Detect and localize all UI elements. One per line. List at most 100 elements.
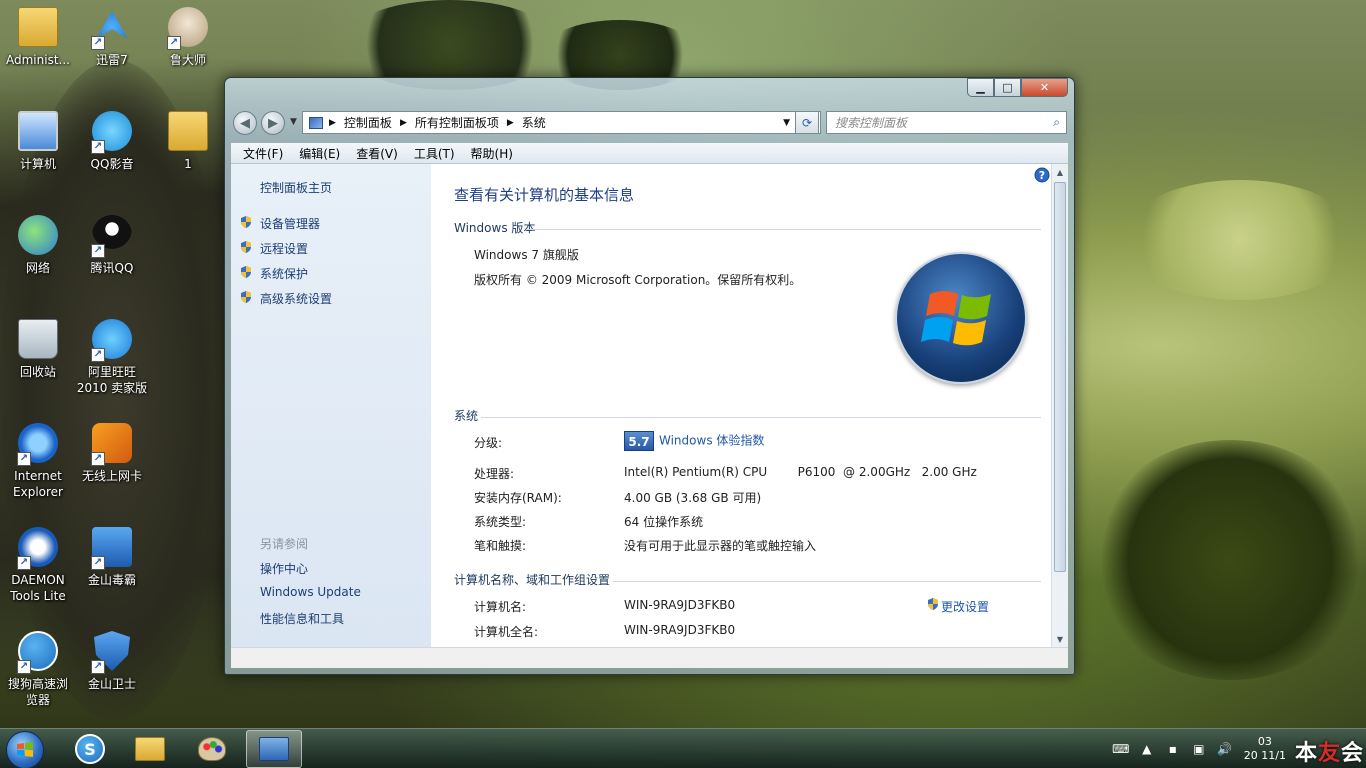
clock-date-partial: 11/1 — [1261, 749, 1286, 762]
back-arrow-icon: ◀ — [240, 115, 250, 131]
address-dropdown-icon[interactable]: ▼ — [783, 118, 790, 128]
rating-score-badge: 5.7 — [624, 431, 654, 451]
clock-date-year: 20 — [1243, 749, 1258, 762]
navigation-bar: ◀ ▶ ▼ ▶ 控制面板 ▶ 所有控制面板项 ▶ 系统 ▼ ⟳ 搜索控制面板 ⌕ — [233, 109, 1067, 137]
volume-icon[interactable]: 🔊 — [1216, 741, 1234, 757]
control-panel-home-link[interactable]: 控制面板主页 — [260, 179, 332, 196]
advanced-system-settings-link[interactable]: 高级系统设置 — [260, 290, 332, 307]
breadcrumb-control-panel[interactable]: 控制面板 — [344, 114, 392, 131]
forward-arrow-icon: ▶ — [268, 115, 278, 131]
keyboard-icon[interactable]: ⌨ — [1112, 741, 1130, 757]
scroll-down-icon[interactable]: ▼ — [1052, 631, 1068, 647]
desktop-icon[interactable]: ↗ 搜狗高速浏 览器 — [0, 628, 76, 708]
computer-name-heading: 计算机名称、域和工作组设置 — [454, 573, 611, 587]
maximize-button[interactable]: □ — [994, 78, 1021, 97]
system-window-icon — [259, 737, 289, 761]
xunlei-icon: ↗ — [89, 4, 135, 50]
experience-index[interactable]: 5.7 Windows 体验指数 — [624, 431, 764, 451]
taskbar-control-panel[interactable] — [184, 730, 240, 768]
desktop-icon[interactable]: ↗ 鲁大师 — [150, 4, 226, 68]
desktop-icon[interactable]: 1 — [150, 108, 226, 172]
back-button[interactable]: ◀ — [233, 111, 257, 135]
menu-help[interactable]: 帮助(H) — [463, 145, 521, 162]
forward-button[interactable]: ▶ — [261, 111, 285, 135]
pen-touch-value: 没有可用于此显示器的笔或触控输入 — [624, 539, 817, 553]
desktop-icon[interactable]: ↗ DAEMON Tools Lite — [0, 524, 76, 604]
experience-index-link[interactable]: Windows 体验指数 — [659, 434, 764, 448]
scroll-thumb[interactable] — [1054, 182, 1066, 572]
desktop-icon-label: 1 — [184, 157, 192, 171]
desktop-icon[interactable]: ↗ 阿里旺旺 2010 卖家版 — [74, 316, 150, 396]
system-protection-link[interactable]: 系统保护 — [260, 265, 308, 282]
breadcrumb-separator-icon[interactable]: ▶ — [507, 118, 514, 128]
vertical-scrollbar[interactable]: ▲ ▼ — [1051, 164, 1068, 647]
desktop-icon[interactable]: ↗ QQ影音 — [74, 108, 150, 172]
ludashi-icon: ↗ — [165, 4, 211, 50]
control-panel-paint-icon — [198, 737, 226, 761]
desktop-icon[interactable]: ↗ 腾讯QQ — [74, 212, 150, 276]
scroll-up-icon[interactable]: ▲ — [1052, 164, 1068, 180]
windows-edition-heading: Windows 版本 — [454, 221, 536, 235]
clock-time: 03 — [1257, 735, 1272, 748]
shortcut-arrow-icon: ↗ — [17, 452, 31, 466]
shortcut-arrow-icon: ↗ — [91, 556, 105, 570]
taskbar-system-window[interactable] — [246, 730, 302, 768]
menu-file[interactable]: 文件(F) — [235, 145, 291, 162]
windows-edition-value: Windows 7 旗舰版 — [474, 248, 579, 262]
search-placeholder: 搜索控制面板 — [835, 116, 908, 130]
windows-update-link[interactable]: Windows Update — [260, 585, 361, 599]
performance-tools-link[interactable]: 性能信息和工具 — [260, 610, 344, 627]
taskbar-explorer[interactable] — [122, 730, 178, 768]
recent-pages-dropdown[interactable]: ▼ — [290, 117, 297, 127]
desktop-icon[interactable]: ↗ Internet Explorer — [0, 420, 76, 500]
remote-settings-link[interactable]: 远程设置 — [260, 240, 308, 257]
search-icon[interactable]: ⌕ — [1053, 115, 1060, 130]
breadcrumb-all-items[interactable]: 所有控制面板项 — [415, 114, 499, 131]
tray-app-icon[interactable]: ▪ — [1164, 741, 1182, 757]
desktop-icon[interactable]: 计算机 — [0, 108, 76, 172]
network-icon[interactable]: ▣ — [1190, 741, 1208, 757]
minimize-icon: ▁ — [976, 81, 985, 94]
full-name-label: 计算机全名: — [474, 625, 539, 639]
uac-shield-icon — [239, 265, 253, 279]
desktop-icon[interactable]: 网络 — [0, 212, 76, 276]
menu-edit[interactable]: 编辑(E) — [291, 145, 348, 162]
menu-tools[interactable]: 工具(T) — [406, 145, 463, 162]
search-input[interactable]: 搜索控制面板 ⌕ — [826, 111, 1067, 134]
show-hidden-icons-icon[interactable]: ▲ — [1138, 741, 1156, 757]
wireless-card-icon: ↗ — [89, 420, 135, 466]
menu-view[interactable]: 查看(V) — [348, 145, 406, 162]
desktop-icon[interactable]: ↗ 迅雷7 — [74, 4, 150, 68]
section-divider — [481, 417, 1041, 418]
desktop-icon[interactable]: Administ... — [0, 4, 76, 68]
sogou-browser-icon: ↗ — [15, 628, 61, 674]
desktop-icon[interactable]: ↗ 金山卫士 — [74, 628, 150, 692]
shortcut-arrow-icon: ↗ — [91, 244, 105, 258]
desktop-icon-label: 鲁大师 — [169, 53, 206, 67]
clock[interactable]: 03 20 11/1 — [1244, 735, 1286, 763]
desktop-icon[interactable]: 回收站 — [0, 316, 76, 380]
help-icon[interactable]: ? — [1034, 167, 1050, 186]
action-center-link[interactable]: 操作中心 — [260, 560, 308, 577]
taskbar-sogou-browser[interactable]: S — [62, 730, 118, 768]
start-button[interactable] — [6, 731, 44, 768]
desktop-icon[interactable]: ↗ 金山毒霸 — [74, 524, 150, 588]
desktop-icon[interactable]: ↗ 无线上网卡 — [74, 420, 150, 484]
desktop-icon-label: 阿里旺旺 2010 卖家版 — [76, 365, 148, 395]
computer-name-label: 计算机名: — [474, 600, 527, 614]
desktop-icon-label: 计算机 — [19, 157, 56, 171]
daemon-tools-icon: ↗ — [15, 524, 61, 570]
breadcrumb-separator-icon[interactable]: ▶ — [400, 118, 407, 128]
breadcrumb-separator-icon[interactable]: ▶ — [329, 118, 336, 128]
breadcrumb-system[interactable]: 系统 — [522, 114, 546, 131]
section-divider — [526, 229, 1041, 230]
change-settings-link[interactable]: 更改设置 — [941, 598, 989, 615]
refresh-button[interactable]: ⟳ — [795, 111, 819, 134]
address-bar[interactable]: ▶ 控制面板 ▶ 所有控制面板项 ▶ 系统 ▼ — [302, 111, 821, 134]
close-button[interactable]: ✕ — [1021, 78, 1068, 97]
content-area: 控制面板主页 设备管理器 远程设置 系统保护 高级系统设置 另请参阅 操作中心 … — [231, 164, 1068, 668]
ram-label: 安装内存(RAM): — [474, 491, 562, 505]
shortcut-arrow-icon: ↗ — [17, 660, 31, 674]
minimize-button[interactable]: ▁ — [967, 78, 994, 97]
device-manager-link[interactable]: 设备管理器 — [260, 215, 320, 232]
